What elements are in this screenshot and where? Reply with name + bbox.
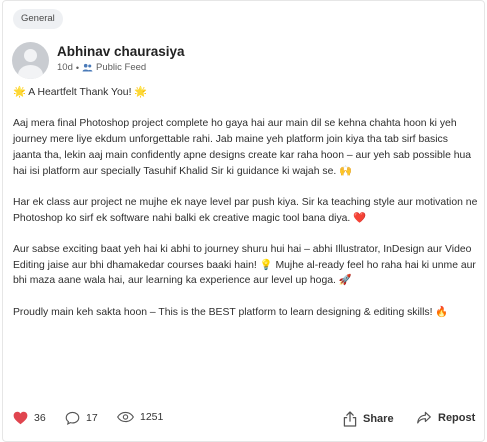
post-paragraph: Aur sabse exciting baat yeh hai ki abhi … [13, 243, 479, 287]
category-tag[interactable]: General [13, 9, 63, 29]
heart-icon [13, 411, 28, 425]
share-button[interactable]: Share [343, 411, 394, 427]
post-visibility: Public Feed [96, 62, 147, 73]
like-count: 36 [34, 412, 46, 424]
eye-icon [117, 411, 134, 423]
comment-count: 17 [86, 412, 98, 424]
comment-icon [65, 411, 80, 425]
people-icon [82, 63, 93, 72]
share-icon [343, 411, 357, 427]
meta-separator: • [75, 62, 80, 73]
post-paragraph: 🌟 A Heartfelt Thank You! 🌟 [13, 87, 148, 98]
post-body: 🌟 A Heartfelt Thank You! 🌟 Aaj mera fina… [13, 85, 479, 336]
post-paragraph: Proudly main keh sakta hoon – This is th… [13, 306, 449, 318]
avatar[interactable] [12, 42, 49, 79]
share-label: Share [363, 413, 394, 425]
views-stat: 1251 [117, 411, 163, 423]
avatar-head-shape [24, 49, 37, 62]
post-card: General Abhinav chaurasiya 10d • Public … [2, 0, 485, 442]
post-actions-bar: 36 17 1251 Share Repost [3, 406, 486, 434]
post-paragraph: Har ek class aur project ne mujhe ek nay… [13, 196, 481, 224]
repost-button[interactable]: Repost [416, 411, 475, 425]
repost-label: Repost [438, 412, 476, 424]
comment-button[interactable]: 17 [65, 411, 98, 425]
post-paragraph: Aaj mera final Photoshop project complet… [13, 118, 474, 177]
post-time: 10d [57, 62, 73, 73]
like-button[interactable]: 36 [13, 411, 46, 425]
repost-arrow-icon [417, 411, 431, 424]
avatar-body-shape [18, 65, 43, 79]
author-name[interactable]: Abhinav chaurasiya [57, 44, 185, 59]
view-count: 1251 [140, 411, 164, 423]
post-meta: 10d • Public Feed [57, 62, 146, 73]
